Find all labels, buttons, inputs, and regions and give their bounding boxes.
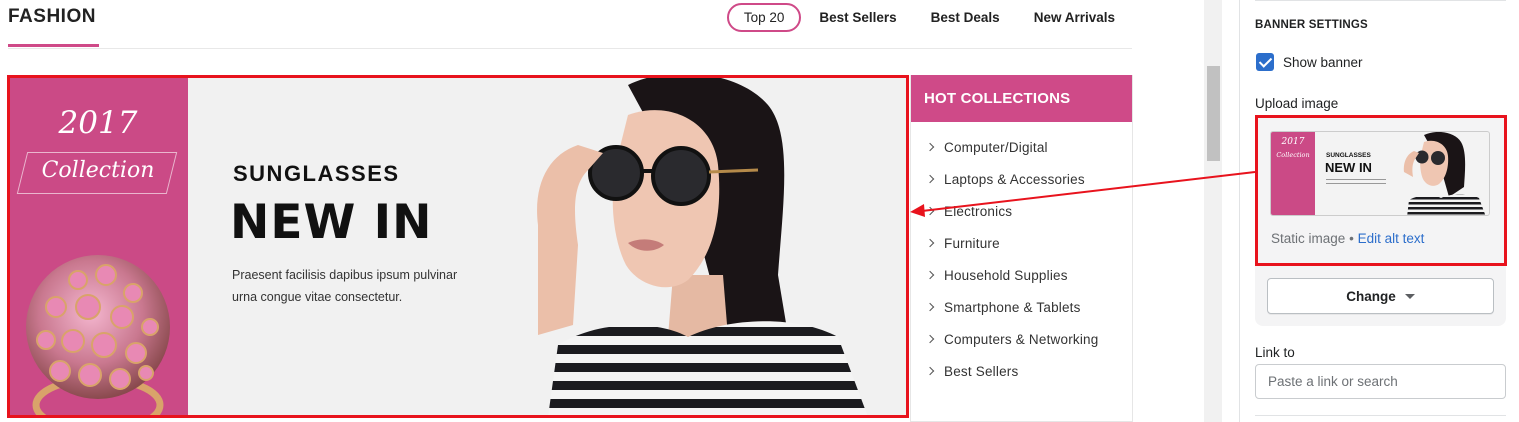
collection-label: Computers & Networking (944, 331, 1099, 347)
thumbnail-model-photo (1403, 132, 1486, 215)
thumbnail-heading: NEW IN (1325, 160, 1372, 175)
collection-link[interactable]: Laptops & Accessories (911, 163, 1132, 195)
chevron-right-icon (925, 174, 935, 184)
collection-link[interactable]: Electronics (911, 195, 1132, 227)
link-to-input[interactable] (1255, 364, 1506, 399)
banner-subheading: SUNGLASSES (233, 161, 400, 186)
thumbnail-collection: Collection (1276, 151, 1310, 159)
thumbnail-subheading: SUNGLASSES (1326, 152, 1371, 159)
chevron-right-icon (925, 270, 935, 280)
title-underline (8, 44, 99, 47)
collection-label: Electronics (944, 203, 1013, 219)
show-banner-checkbox[interactable] (1256, 53, 1274, 71)
edit-alt-text-link[interactable]: Edit alt text (1358, 231, 1425, 246)
image-meta: Static image • Edit alt text (1271, 231, 1424, 246)
collection-label: Best Sellers (944, 363, 1019, 379)
hot-collections-title: HOT COLLECTIONS (911, 75, 1132, 122)
tab-new-arrivals[interactable]: New Arrivals (1017, 4, 1132, 31)
tab-best-sellers[interactable]: Best Sellers (802, 4, 913, 31)
chevron-right-icon (925, 142, 935, 152)
collection-link[interactable]: Computers & Networking (911, 323, 1132, 355)
banner-heading: NEW IN (230, 195, 433, 250)
collection-link[interactable]: Best Sellers (911, 355, 1132, 387)
theme-editor: FASHION Top 20 Best Sellers Best Deals N… (0, 0, 1519, 422)
banner-image[interactable]: 2017 Collection SUNGLASSES NEW IN Praese… (8, 75, 908, 417)
image-status: Static image (1271, 231, 1346, 246)
collection-link[interactable]: Household Supplies (911, 259, 1132, 291)
collection-label: Smartphone & Tablets (944, 299, 1081, 315)
chevron-right-icon (925, 334, 935, 344)
panel-divider-bottom (1255, 415, 1506, 416)
caret-down-icon (1404, 293, 1415, 299)
banner-collection-label: Collection (41, 158, 155, 183)
preview-scrollbar-thumb[interactable] (1207, 66, 1220, 161)
banner-thumbnail[interactable]: 2017 Collection SUNGLASSES NEW IN (1270, 131, 1490, 216)
collection-link[interactable]: Furniture (911, 227, 1132, 259)
change-image-button[interactable]: Change (1267, 278, 1494, 314)
product-tabs: Top 20 Best Sellers Best Deals New Arriv… (726, 3, 1132, 32)
header-divider (8, 48, 1132, 49)
banner-body-text: Praesent facilisis dapibus ipsum pulvina… (232, 268, 458, 304)
tab-top-20[interactable]: Top 20 (726, 3, 802, 32)
thumbnail-year: 2017 (1281, 137, 1305, 147)
section-title: FASHION (8, 6, 96, 27)
chevron-right-icon (925, 238, 935, 248)
link-to-label: Link to (1255, 345, 1295, 360)
collection-label: Furniture (944, 235, 1000, 251)
chevron-right-icon (925, 206, 935, 216)
banner-year: 2017 (58, 105, 138, 141)
collection-label: Computer/Digital (944, 139, 1048, 155)
collection-link[interactable]: Computer/Digital (911, 131, 1132, 163)
meta-separator: • (1349, 231, 1354, 246)
collection-link[interactable]: Smartphone & Tablets (911, 291, 1132, 323)
upload-image-label: Upload image (1255, 96, 1339, 111)
collection-label: Laptops & Accessories (944, 171, 1085, 187)
preview-scrollbar-track[interactable] (1204, 0, 1222, 422)
panel-divider (1255, 0, 1506, 1)
panel-heading: BANNER SETTINGS (1255, 19, 1368, 31)
show-banner-label[interactable]: Show banner (1283, 55, 1363, 70)
change-button-label: Change (1346, 288, 1396, 304)
hot-collections-list: Computer/Digital Laptops & Accessories E… (911, 122, 1132, 387)
chevron-right-icon (925, 366, 935, 376)
hot-collections-menu: HOT COLLECTIONS Computer/Digital Laptops… (910, 75, 1133, 422)
collection-label: Household Supplies (944, 267, 1068, 283)
model-photo (537, 75, 868, 417)
tab-best-deals[interactable]: Best Deals (914, 4, 1017, 31)
thumbnail-body-lines (1326, 179, 1386, 180)
ring-illustration (26, 255, 170, 417)
chevron-right-icon (925, 302, 935, 312)
